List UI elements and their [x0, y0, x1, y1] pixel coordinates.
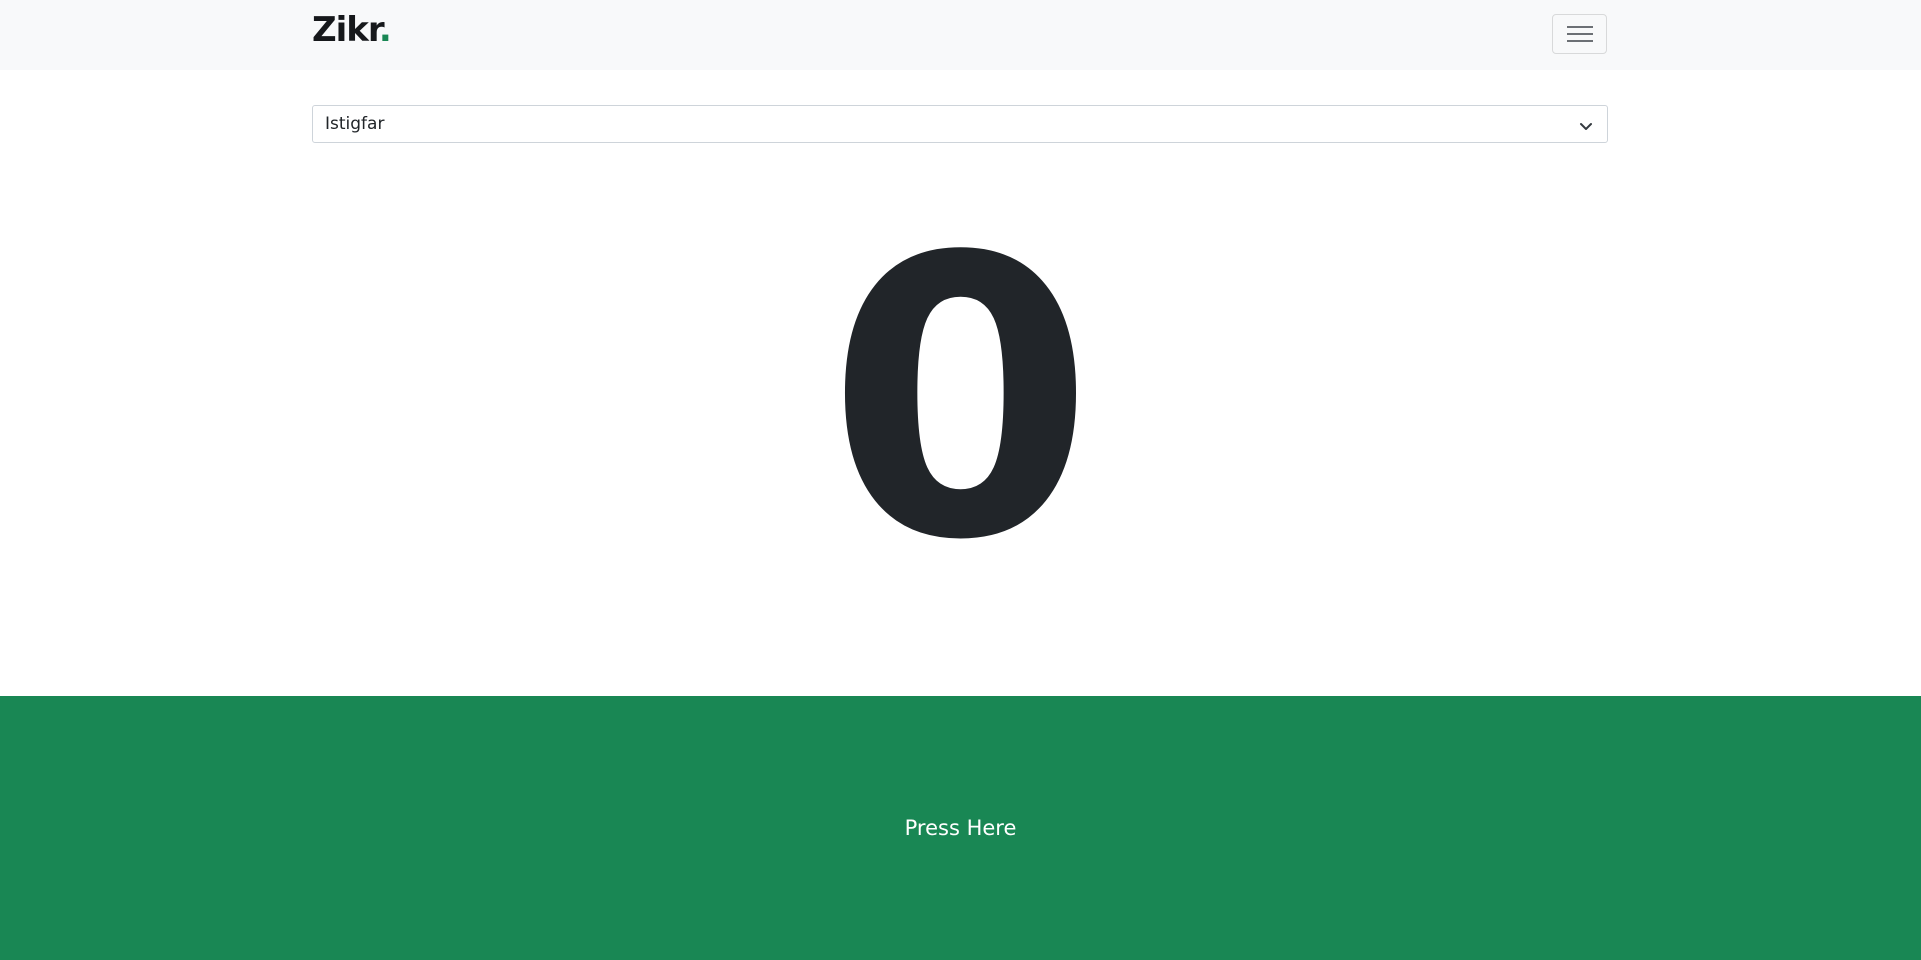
navbar: Zikr. — [0, 0, 1921, 70]
brand-dot: . — [378, 10, 392, 50]
zikr-select-value: Istigfar — [325, 114, 385, 134]
brand-logo[interactable]: Zikr. — [312, 8, 392, 52]
zikr-select[interactable]: Istigfar — [312, 105, 1608, 143]
menu-toggle-button[interactable] — [1552, 14, 1607, 54]
press-here-label: Press Here — [904, 816, 1017, 840]
hamburger-menu-icon — [1566, 24, 1593, 44]
chevron-down-icon — [1579, 118, 1593, 130]
brand-name: Zikr — [312, 10, 380, 50]
zikr-counter: 0 — [826, 176, 1095, 624]
press-here-button[interactable]: Press Here — [0, 696, 1921, 960]
